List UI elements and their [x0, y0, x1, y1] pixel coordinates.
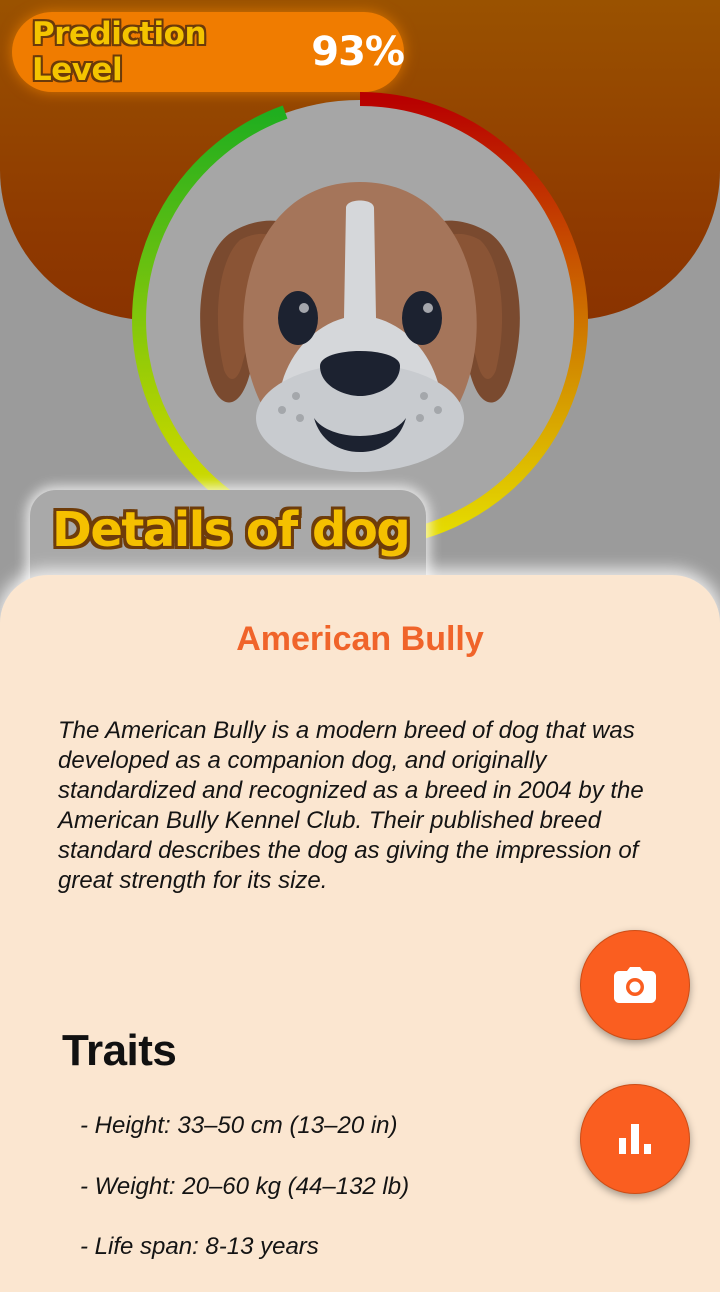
prediction-level-label: Prediction Level	[32, 16, 207, 88]
prediction-gauge	[132, 92, 588, 548]
trait-height: - Height: 33–50 cm (13–20 in)	[80, 1112, 398, 1139]
prediction-level-value: 93%	[311, 29, 405, 75]
trait-weight: - Weight: 20–60 kg (44–132 lb)	[80, 1173, 410, 1200]
bar-chart-icon	[619, 1124, 651, 1154]
traits-heading: Traits	[62, 1026, 177, 1075]
camera-button[interactable]	[580, 930, 690, 1040]
breed-name: American Bully	[236, 620, 484, 658]
breed-description: The American Bully is a modern breed of …	[58, 717, 644, 894]
trait-life-span: - Life span: 8-13 years	[80, 1233, 319, 1260]
camera-icon	[614, 967, 656, 1003]
details-title: Details of dog	[52, 502, 411, 558]
stats-button[interactable]	[580, 1084, 690, 1194]
